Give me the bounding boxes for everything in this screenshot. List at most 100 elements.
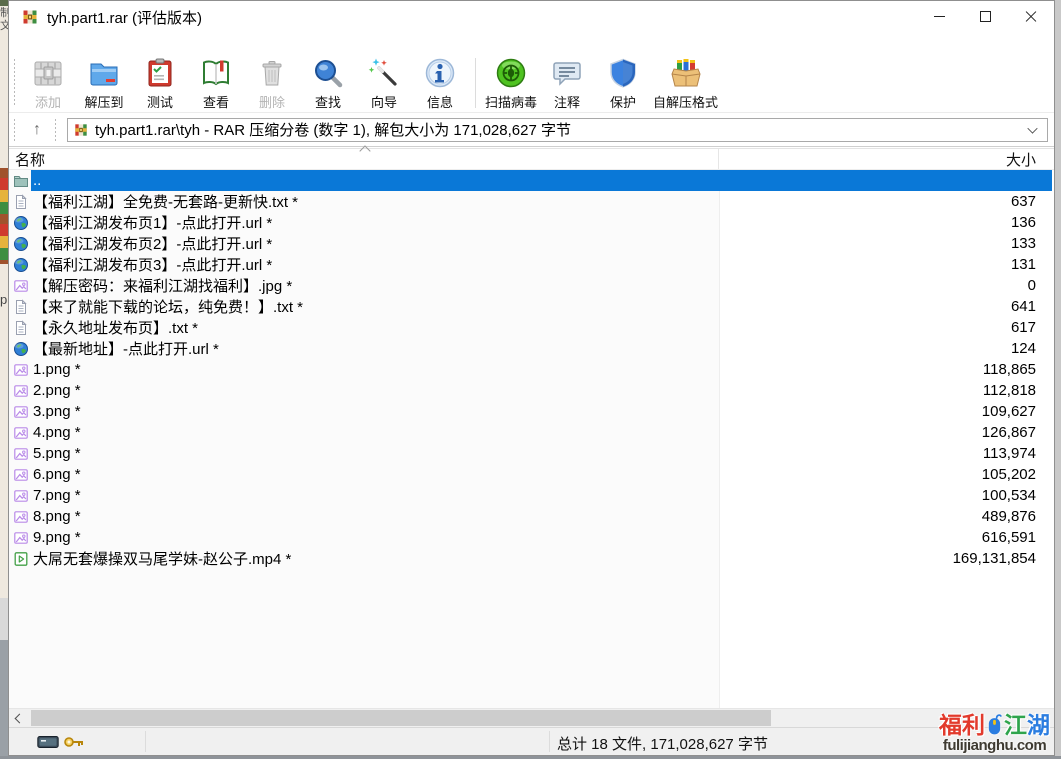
file-size: 126,867 <box>876 424 1054 441</box>
toolbar-button-label: 查找 <box>315 92 341 111</box>
file-row[interactable]: 3.png * 109,627 <box>9 401 1054 422</box>
toolbar-gripper[interactable] <box>13 59 16 107</box>
maximize-button[interactable] <box>962 1 1008 32</box>
column-header-size[interactable]: 大小 <box>719 149 1054 170</box>
file-row[interactable]: 【来了就能下载的论坛，纯免费！】.txt * 641 <box>9 296 1054 317</box>
file-row[interactable]: 【福利江湖发布页2】-点此打开.url * 133 <box>9 233 1054 254</box>
menu-bar <box>9 33 1054 54</box>
toolbar-button-icon <box>551 57 583 89</box>
toolbar-button[interactable]: 自解压格式 <box>651 57 720 111</box>
toolbar-button-label: 向导 <box>371 92 397 111</box>
address-bar-gripper[interactable] <box>13 119 16 141</box>
toolbar-button[interactable]: 删除 <box>244 57 300 111</box>
toolbar-separator <box>475 58 476 108</box>
desktop-background-strip: 制文 p <box>0 0 8 759</box>
chevron-left-icon <box>15 713 25 723</box>
file-size: 118,865 <box>876 361 1054 378</box>
toolbar-button[interactable]: 向导 <box>356 57 412 111</box>
file-type-icon <box>13 551 29 567</box>
file-size: 131 <box>876 256 1054 273</box>
toolbar: 添加 解压到 测试 查看 删除 查找 <box>9 54 1054 113</box>
horizontal-scrollbar[interactable] <box>9 708 1054 727</box>
mouse-icon <box>986 712 1003 737</box>
file-name: 7.png * <box>33 487 876 504</box>
file-name: 3.png * <box>33 403 876 420</box>
file-row[interactable]: 【最新地址】-点此打开.url * 124 <box>9 338 1054 359</box>
file-size: 136 <box>876 214 1054 231</box>
toolbar-button-icon <box>32 57 64 89</box>
watermark-logo: 福利 江 湖 <box>939 712 1050 737</box>
file-name: 9.png * <box>33 529 876 546</box>
toolbar-button[interactable]: 查找 <box>300 57 356 111</box>
file-type-icon <box>13 299 29 315</box>
address-combobox[interactable]: tyh.part1.rar\tyh - RAR 压缩分卷 (数字 1), 解包大… <box>67 118 1048 142</box>
file-row[interactable]: .. <box>9 170 1054 191</box>
toolbar-button-label: 信息 <box>427 92 453 111</box>
command-prompt-icon[interactable] <box>37 734 59 750</box>
up-one-level-button[interactable]: ↑ <box>20 118 54 142</box>
file-name: 【来了就能下载的论坛，纯免费！】.txt * <box>33 296 876 317</box>
file-row[interactable]: 2.png * 112,818 <box>9 380 1054 401</box>
address-bar-gripper[interactable] <box>54 119 57 141</box>
file-size: 0 <box>876 277 1054 294</box>
file-name: 【永久地址发布页】.txt * <box>33 317 876 338</box>
archive-icon <box>73 123 89 137</box>
watermark-text-left: 福利 <box>939 714 985 737</box>
file-name: 2.png * <box>33 382 876 399</box>
toolbar-button[interactable]: 保护 <box>595 57 651 111</box>
file-type-icon <box>13 215 29 231</box>
window-controls <box>916 1 1054 33</box>
scrollbar-thumb[interactable] <box>31 710 771 726</box>
toolbar-button[interactable]: 信息 <box>412 57 468 111</box>
file-row[interactable]: 6.png * 105,202 <box>9 464 1054 485</box>
status-bar: 总计 18 文件, 171,028,627 字节 <box>9 727 1054 755</box>
file-row[interactable]: 【福利江湖发布页3】-点此打开.url * 131 <box>9 254 1054 275</box>
maximize-icon <box>980 11 991 22</box>
minimize-button[interactable] <box>916 1 962 32</box>
file-type-icon <box>13 236 29 252</box>
chevron-down-icon[interactable] <box>1027 123 1037 133</box>
scroll-left-button[interactable] <box>9 709 28 727</box>
toolbar-button-label: 保护 <box>610 92 636 111</box>
file-size: 617 <box>876 319 1054 336</box>
toolbar-button[interactable]: 添加 <box>20 57 76 111</box>
file-row[interactable]: 大屌无套爆操双马尾学妹-赵公子.mp4 * 169,131,854 <box>9 548 1054 569</box>
toolbar-button[interactable]: 注释 <box>539 57 595 111</box>
toolbar-button[interactable]: 测试 <box>132 57 188 111</box>
close-button[interactable] <box>1008 1 1054 32</box>
file-row[interactable]: 7.png * 100,534 <box>9 485 1054 506</box>
file-type-icon <box>13 404 29 420</box>
toolbar-button[interactable]: 查看 <box>188 57 244 111</box>
toolbar-button-icon <box>256 57 288 89</box>
file-size: 105,202 <box>876 466 1054 483</box>
file-name: 4.png * <box>33 424 876 441</box>
file-row[interactable]: 4.png * 126,867 <box>9 422 1054 443</box>
file-size: 489,876 <box>876 508 1054 525</box>
file-size: 641 <box>876 298 1054 315</box>
totals-text: 总计 18 文件, 171,028,627 字节 <box>557 733 768 754</box>
file-row[interactable]: 9.png * 616,591 <box>9 527 1054 548</box>
file-row[interactable]: 【福利江湖发布页1】-点此打开.url * 136 <box>9 212 1054 233</box>
file-type-icon <box>13 446 29 462</box>
file-name: .. <box>33 172 876 189</box>
toolbar-button-icon <box>312 57 344 89</box>
file-row[interactable]: 【福利江湖】全免费-无套路-更新快.txt * 637 <box>9 191 1054 212</box>
file-size: 112,818 <box>876 382 1054 399</box>
watermark-text-right-a: 江 <box>1004 714 1027 737</box>
file-row[interactable]: 1.png * 118,865 <box>9 359 1054 380</box>
toolbar-button-label: 自解压格式 <box>653 92 718 111</box>
file-row[interactable]: 5.png * 113,974 <box>9 443 1054 464</box>
file-list: .. 【福利江湖】全免费-无套路-更新快.txt * 637 【福利江湖发布页1… <box>9 170 1054 708</box>
toolbar-button[interactable]: 解压到 <box>76 57 132 111</box>
toolbar-buttons: 添加 解压到 测试 查看 删除 查找 <box>20 57 720 111</box>
file-row[interactable]: 8.png * 489,876 <box>9 506 1054 527</box>
toolbar-button-label: 解压到 <box>84 92 123 111</box>
file-row[interactable]: 【永久地址发布页】.txt * 617 <box>9 317 1054 338</box>
file-name: 【福利江湖发布页1】-点此打开.url * <box>33 212 876 233</box>
file-name: 8.png * <box>33 508 876 525</box>
file-name: 【解压密码：来福利江湖找福利】.jpg * <box>33 275 876 296</box>
file-row[interactable]: 【解压密码：来福利江湖找福利】.jpg * 0 <box>9 275 1054 296</box>
key-icon[interactable] <box>63 734 85 750</box>
toolbar-button[interactable]: 扫描病毒 <box>483 57 539 111</box>
file-type-icon <box>13 194 29 210</box>
